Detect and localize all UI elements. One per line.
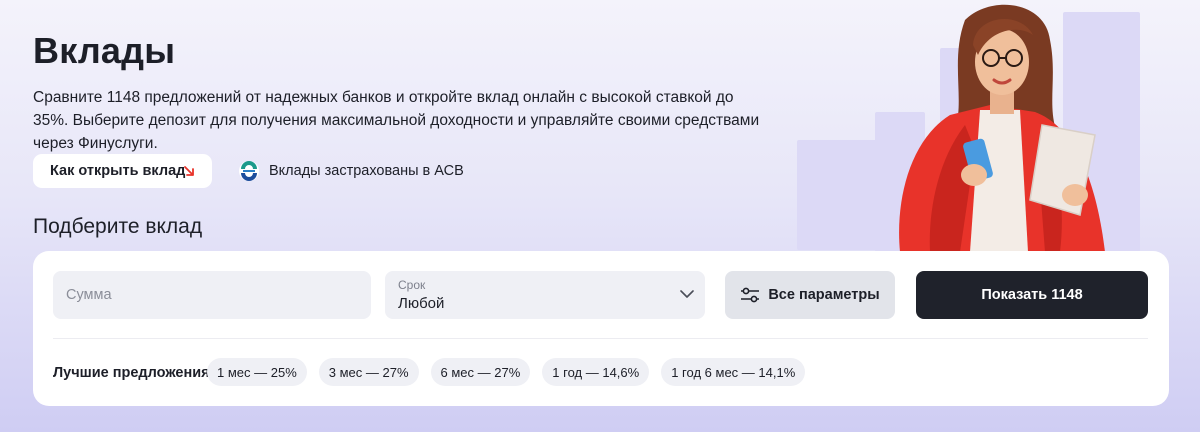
how-to-open-button[interactable]: Как открыть вклад <box>33 154 212 188</box>
chevron-down-icon <box>680 290 694 298</box>
term-label: Срок <box>398 278 426 292</box>
all-params-label: Все параметры <box>768 287 880 303</box>
asv-logo-icon <box>239 161 259 181</box>
arrow-down-right-icon <box>184 166 194 176</box>
filter-card: Срок Любой Все параметры Показать 1148 Л… <box>33 251 1169 406</box>
offer-chip[interactable]: 6 мес — 27% <box>430 358 531 386</box>
page-title: Вклады <box>33 30 176 71</box>
hero-section: Вклады Сравните 1148 предложений от наде… <box>0 0 1200 432</box>
decor-bar <box>797 140 877 250</box>
woman-illustration <box>899 4 1105 252</box>
offer-chip[interactable]: 3 мес — 27% <box>318 358 419 386</box>
page-description: Сравните 1148 предложений от надежных ба… <box>33 89 760 152</box>
offer-chip[interactable]: 1 год 6 мес — 14,1% <box>661 358 806 386</box>
term-value: Любой <box>398 295 445 312</box>
sum-field[interactable] <box>53 271 371 319</box>
offer-chip[interactable]: 1 мес — 25% <box>207 358 307 386</box>
show-results-button[interactable]: Показать 1148 <box>916 271 1148 319</box>
insurance-note: Вклады застрахованы в АСВ <box>238 160 464 182</box>
all-params-button[interactable]: Все параметры <box>725 271 895 319</box>
best-offers-chips: 1 мес — 25% 3 мес — 27% 6 мес — 27% 1 го… <box>207 358 806 386</box>
divider <box>53 338 1148 339</box>
sliders-icon <box>741 287 760 303</box>
filter-subtitle: Подберите вклад <box>33 215 203 238</box>
insurance-text: Вклады застрахованы в АСВ <box>269 163 464 179</box>
how-to-open-label: Как открыть вклад <box>50 163 186 179</box>
term-select[interactable]: Срок Любой <box>385 271 705 319</box>
best-offers-label: Лучшие предложения <box>53 365 210 381</box>
offer-chip[interactable]: 1 год — 14,6% <box>542 358 650 386</box>
sum-input[interactable] <box>53 271 371 319</box>
